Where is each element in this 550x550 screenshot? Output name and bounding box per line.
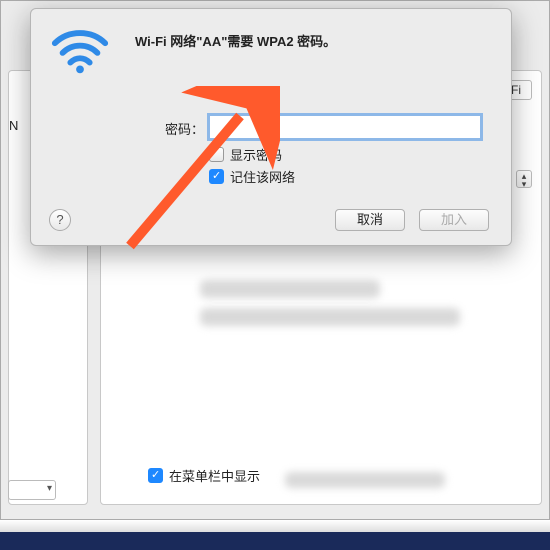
show-password-checkbox-row[interactable]: 显示密码 xyxy=(209,145,282,164)
wifi-password-dialog: Wi-Fi 网络"AA"需要 WPA2 密码。 密码： 显示密码 记住该网络 ?… xyxy=(30,8,512,246)
cancel-button[interactable]: 取消 xyxy=(335,209,405,231)
checkbox-icon[interactable] xyxy=(148,468,163,483)
small-dropdown[interactable] xyxy=(8,480,56,500)
bottom-bar xyxy=(0,520,550,550)
checkbox-icon[interactable] xyxy=(209,169,224,184)
password-label: 密码： xyxy=(165,119,204,138)
show-in-menubar-label: 在菜单栏中显示 xyxy=(169,466,260,485)
dropdown-stepper[interactable]: ▴▾ xyxy=(516,170,532,188)
show-in-menubar-checkbox-row[interactable]: 在菜单栏中显示 xyxy=(148,466,260,485)
blurred-content xyxy=(200,280,380,298)
blurred-content xyxy=(285,472,445,488)
help-button[interactable]: ? xyxy=(49,209,71,231)
blurred-content xyxy=(200,308,460,326)
wifi-icon xyxy=(49,25,111,75)
join-button[interactable]: 加入 xyxy=(419,209,489,231)
dialog-title: Wi-Fi 网络"AA"需要 WPA2 密码。 xyxy=(135,31,336,50)
checkbox-icon[interactable] xyxy=(209,147,224,162)
remember-network-label: 记住该网络 xyxy=(230,167,295,186)
show-password-label: 显示密码 xyxy=(230,145,282,164)
password-input[interactable] xyxy=(209,115,481,139)
remember-network-checkbox-row[interactable]: 记住该网络 xyxy=(209,167,295,186)
sidebar-text: N xyxy=(9,118,18,133)
